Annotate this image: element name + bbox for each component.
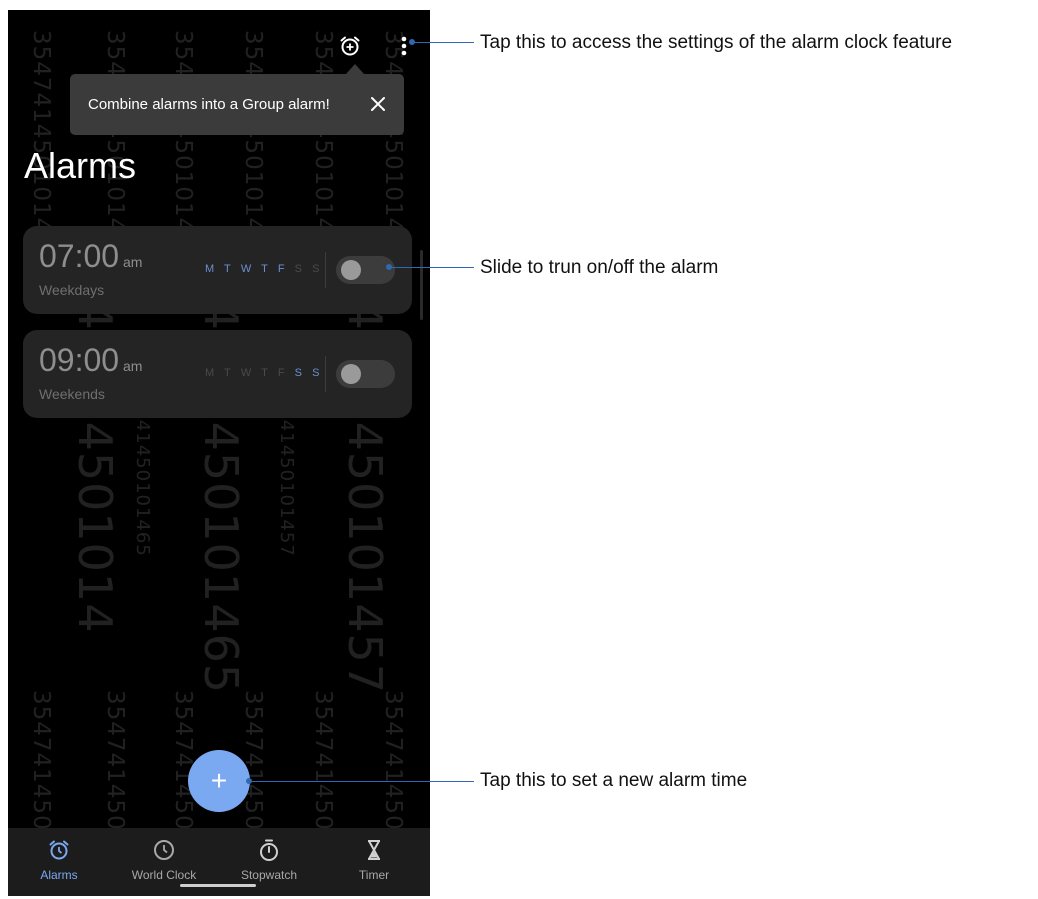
- alarm-repeat-label: Weekdays: [39, 282, 105, 298]
- plus-icon: +: [210, 765, 228, 796]
- callout-toggle-text: Slide to trun on/off the alarm: [480, 257, 719, 278]
- day-label: T: [261, 367, 271, 379]
- close-icon[interactable]: [366, 92, 390, 116]
- page-title: Alarms: [24, 145, 137, 186]
- group-alarm-icon[interactable]: [336, 32, 364, 60]
- alarm-card[interactable]: 07:00 am Weekdays M T W T F S S: [23, 226, 412, 314]
- day-label: F: [277, 263, 288, 275]
- callout-line: [389, 267, 474, 268]
- callout-settings-text: Tap this to access the settings of the a…: [480, 32, 953, 53]
- alarm-clock-icon: [49, 840, 69, 860]
- group-alarm-tooltip: Combine alarms into a Group alarm!: [70, 74, 404, 135]
- day-label: T: [261, 263, 271, 275]
- day-label: S: [294, 263, 306, 275]
- day-label: S: [312, 263, 323, 275]
- alarm-ampm: am: [123, 254, 143, 270]
- stopwatch-icon: [260, 839, 278, 861]
- nav-label: World Clock: [131, 868, 197, 882]
- alarm-ampm: am: [123, 358, 143, 374]
- alarm-toggle[interactable]: [336, 256, 395, 284]
- day-label: T: [224, 367, 234, 379]
- tab-alarms[interactable]: Alarms: [9, 828, 109, 888]
- phone-screen: 354741450101465 354741450101465 35474145…: [8, 10, 430, 896]
- day-label: W: [240, 263, 255, 275]
- day-label: W: [240, 367, 255, 379]
- tab-timer[interactable]: Timer: [324, 828, 424, 888]
- tooltip-arrow: [346, 64, 364, 74]
- divider: [325, 356, 326, 392]
- tab-world-clock[interactable]: World Clock: [114, 828, 214, 888]
- more-options-icon[interactable]: [390, 32, 418, 60]
- tab-stopwatch[interactable]: Stopwatch: [219, 828, 319, 888]
- home-indicator: [180, 884, 256, 887]
- callout-new-alarm-text: Tap this to set a new alarm time: [480, 770, 748, 791]
- day-label: F: [277, 367, 288, 379]
- alarm-time: 09:00: [39, 342, 120, 378]
- alarm-days: M T W T F S S: [205, 263, 323, 275]
- nav-label: Timer: [358, 868, 390, 882]
- day-label: M: [205, 263, 218, 275]
- divider: [325, 252, 326, 288]
- callout-line: [412, 42, 474, 43]
- day-label: S: [312, 367, 323, 379]
- alarm-toggle[interactable]: [336, 360, 395, 388]
- alarm-repeat-label: Weekends: [39, 386, 105, 402]
- hourglass-icon: [368, 840, 380, 860]
- clock-icon: [154, 840, 174, 860]
- scrollbar[interactable]: [420, 250, 423, 320]
- alarm-days: M T W T F S S: [205, 367, 323, 379]
- tooltip-text: Combine alarms into a Group alarm!: [88, 96, 330, 113]
- day-label: T: [224, 263, 234, 275]
- toggle-knob: [341, 260, 361, 280]
- alarm-card[interactable]: 09:00 am Weekends M T W T F S S: [23, 330, 412, 418]
- nav-label: Alarms: [40, 868, 78, 882]
- add-alarm-button[interactable]: +: [188, 750, 250, 812]
- nav-label: Stopwatch: [240, 868, 298, 882]
- day-label: M: [205, 367, 218, 379]
- day-label: S: [294, 367, 306, 379]
- callout-line: [249, 781, 474, 782]
- alarm-time: 07:00: [39, 238, 120, 274]
- toggle-knob: [341, 364, 361, 384]
